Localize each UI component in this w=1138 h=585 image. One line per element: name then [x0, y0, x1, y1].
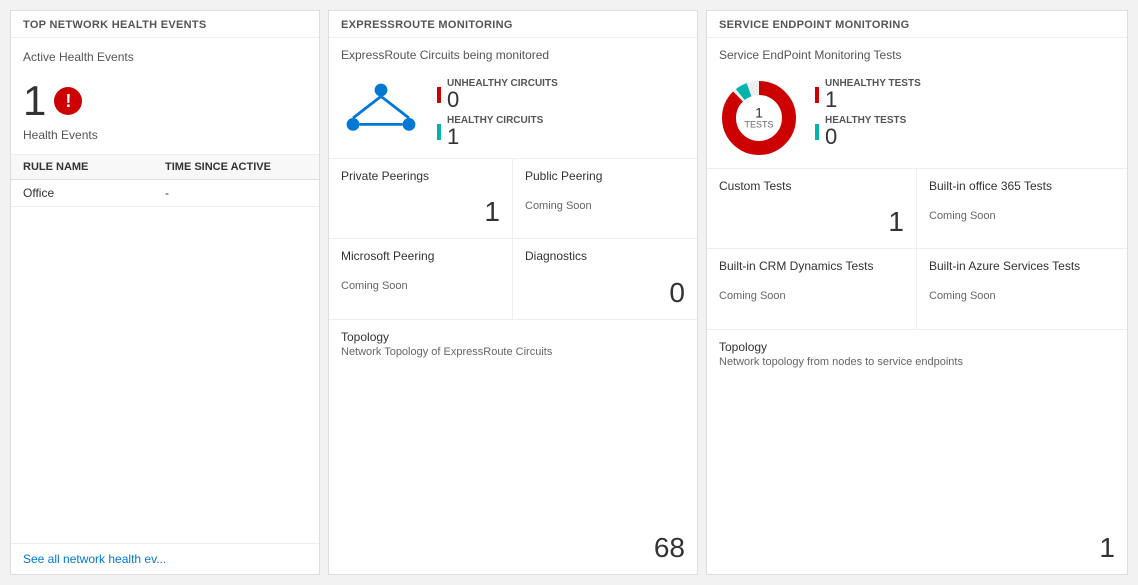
right-topology-value: 1	[719, 532, 1115, 564]
crm-dynamics-cell[interactable]: Built-in CRM Dynamics Tests Coming Soon	[707, 249, 917, 329]
crm-dynamics-title: Built-in CRM Dynamics Tests	[719, 259, 904, 273]
service-healthy-label: HEALTHY TESTS	[825, 115, 906, 126]
left-panel: TOP NETWORK HEALTH EVENTS Active Health …	[10, 10, 320, 575]
service-top: Service EndPoint Monitoring Tests 1	[707, 38, 1127, 169]
private-peerings-cell[interactable]: Private Peerings 1	[329, 159, 513, 239]
right-grid: Custom Tests 1 Built-in office 365 Tests…	[707, 169, 1127, 330]
service-unhealthy-label: UNHEALTHY TESTS	[825, 78, 921, 89]
events-table: RULE NAME TIME SINCE ACTIVE Office -	[11, 155, 319, 543]
see-all-link[interactable]: See all network health ev...	[23, 552, 166, 566]
left-panel-header: TOP NETWORK HEALTH EVENTS	[11, 11, 319, 38]
service-unhealthy-value: 1	[825, 89, 921, 111]
donut-value: 1	[755, 104, 763, 120]
custom-tests-value: 1	[719, 206, 904, 238]
diagnostics-cell[interactable]: Diagnostics 0	[513, 239, 697, 319]
custom-tests-cell[interactable]: Custom Tests 1	[707, 169, 917, 249]
microsoft-peering-cell[interactable]: Microsoft Peering Coming Soon	[329, 239, 513, 319]
builtin-o365-subtitle: Coming Soon	[929, 210, 1115, 222]
alert-icon: !	[54, 87, 82, 115]
microsoft-peering-title: Microsoft Peering	[341, 249, 500, 263]
panel-footer: See all network health ev...	[11, 543, 319, 574]
private-peerings-title: Private Peerings	[341, 169, 500, 183]
service-unhealthy-row: UNHEALTHY TESTS 1	[815, 78, 921, 111]
health-events-subtitle: Active Health Events	[23, 50, 307, 64]
network-icon	[341, 78, 421, 141]
private-peerings-value: 1	[341, 196, 500, 228]
middle-grid: Private Peerings 1 Public Peering Coming…	[329, 159, 697, 320]
donut-chart: 1 TESTS	[719, 78, 799, 158]
health-events-section: Active Health Events 1 ! Health Events	[11, 38, 319, 155]
healthy-bar	[437, 124, 441, 140]
health-count-value: 1	[23, 80, 46, 122]
custom-tests-title: Custom Tests	[719, 179, 904, 193]
health-count-row: 1 !	[23, 80, 307, 122]
right-topology-subtitle: Network topology from nodes to service e…	[719, 356, 1115, 368]
col-time-header: TIME SINCE ACTIVE	[165, 161, 307, 173]
crm-dynamics-subtitle: Coming Soon	[719, 290, 904, 302]
service-unhealthy-bar	[815, 87, 819, 103]
builtin-o365-title: Built-in office 365 Tests	[929, 179, 1115, 193]
donut-tests-label: TESTS	[744, 121, 773, 131]
middle-panel: EXPRESSROUTE MONITORING ExpressRoute Cir…	[328, 10, 698, 575]
middle-panel-header: EXPRESSROUTE MONITORING	[329, 11, 697, 38]
healthy-value: 1	[447, 126, 543, 148]
builtin-o365-cell[interactable]: Built-in office 365 Tests Coming Soon	[917, 169, 1127, 249]
col-rule-header: RULE NAME	[23, 161, 165, 173]
middle-topology[interactable]: Topology Network Topology of ExpressRout…	[329, 320, 697, 574]
service-stats: UNHEALTHY TESTS 1 HEALTHY TESTS 0	[815, 78, 921, 148]
diagnostics-value: 0	[525, 277, 685, 309]
middle-topology-value: 68	[341, 532, 685, 564]
unhealthy-value: 0	[447, 89, 558, 111]
azure-services-title: Built-in Azure Services Tests	[929, 259, 1115, 273]
service-healthy-bar	[815, 124, 819, 140]
time-cell: -	[165, 186, 307, 200]
service-healthy-value: 0	[825, 126, 906, 148]
public-peering-title: Public Peering	[525, 169, 685, 183]
healthy-stat-row: HEALTHY CIRCUITS 1	[437, 115, 558, 148]
public-peering-subtitle: Coming Soon	[525, 200, 685, 212]
rule-cell: Office	[23, 186, 165, 200]
service-healthy-row: HEALTHY TESTS 0	[815, 115, 921, 148]
azure-services-cell[interactable]: Built-in Azure Services Tests Coming Soo…	[917, 249, 1127, 329]
right-panel-header: SERVICE ENDPOINT MONITORING	[707, 11, 1127, 38]
right-topology[interactable]: Topology Network topology from nodes to …	[707, 330, 1127, 574]
public-peering-cell[interactable]: Public Peering Coming Soon	[513, 159, 697, 239]
unhealthy-label: UNHEALTHY CIRCUITS	[447, 78, 558, 89]
expressroute-top: ExpressRoute Circuits being monitored	[329, 38, 697, 159]
microsoft-peering-subtitle: Coming Soon	[341, 280, 500, 292]
unhealthy-bar	[437, 87, 441, 103]
table-row: Office -	[11, 180, 319, 207]
events-table-header: RULE NAME TIME SINCE ACTIVE	[11, 155, 319, 180]
expressroute-subtitle: ExpressRoute Circuits being monitored	[341, 48, 558, 62]
healthy-label: HEALTHY CIRCUITS	[447, 115, 543, 126]
donut-label: 1 TESTS	[744, 105, 773, 130]
service-subtitle: Service EndPoint Monitoring Tests	[719, 48, 1115, 62]
middle-topology-subtitle: Network Topology of ExpressRoute Circuit…	[341, 346, 685, 358]
azure-services-subtitle: Coming Soon	[929, 290, 1115, 302]
unhealthy-stat-row: UNHEALTHY CIRCUITS 0	[437, 78, 558, 111]
health-label: Health Events	[23, 128, 307, 142]
diagnostics-title: Diagnostics	[525, 249, 685, 263]
circuit-stats: UNHEALTHY CIRCUITS 0 HEALTHY CIRCUITS 1	[437, 78, 558, 148]
right-panel: SERVICE ENDPOINT MONITORING Service EndP…	[706, 10, 1128, 575]
right-topology-title: Topology	[719, 340, 1115, 354]
middle-topology-title: Topology	[341, 330, 685, 344]
